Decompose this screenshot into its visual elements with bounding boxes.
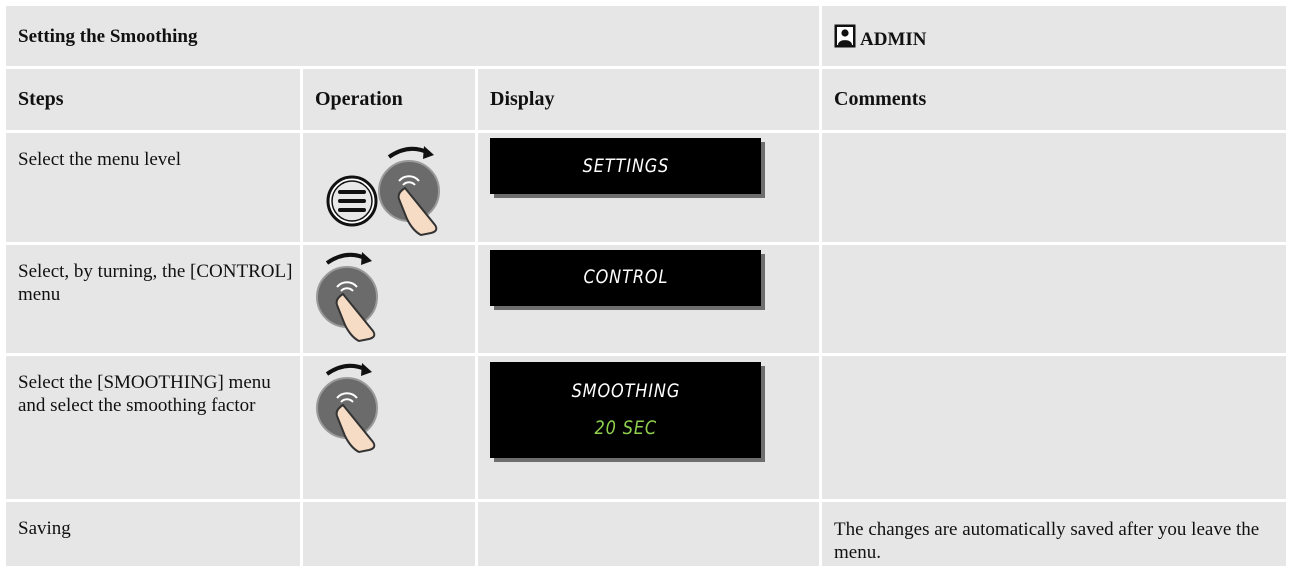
step-text: Select, by turning, the [CONTROL] menu xyxy=(18,260,293,305)
role-label: ADMIN xyxy=(860,29,927,51)
table-row: Select, by turning, the [CONTROL] menu C… xyxy=(6,244,1287,353)
table-title: Setting the Smoothing xyxy=(6,6,820,67)
operation-icons xyxy=(326,146,440,237)
instruction-table: Setting the Smoothing ADMIN Steps Operat… xyxy=(3,3,1289,569)
operation-cell xyxy=(303,355,475,499)
user-icon xyxy=(834,24,856,48)
header-comments: Comments xyxy=(822,69,1287,131)
table-row: Select the [SMOOTHING] menu and select t… xyxy=(6,355,1287,499)
step-text: Select the menu level xyxy=(18,149,182,171)
comment-text: The changes are automatically saved afte… xyxy=(834,518,1260,563)
step-cell: Select the menu level xyxy=(6,133,300,242)
lcd-display: SMOOTHING 20 SEC xyxy=(490,361,761,458)
operation-icons xyxy=(316,251,378,342)
comment-cell xyxy=(822,133,1287,242)
operation-icons xyxy=(316,362,378,453)
turn-knob-icon xyxy=(316,251,378,342)
menu-button-icon xyxy=(326,175,378,227)
step-cell: Select, by turning, the [CONTROL] menu xyxy=(6,244,300,353)
display-cell: SMOOTHING 20 SEC xyxy=(478,355,820,499)
lcd-display: CONTROL xyxy=(490,249,761,306)
turn-knob-icon xyxy=(378,146,440,237)
lcd-line-1: CONTROL xyxy=(583,266,668,289)
comment-cell xyxy=(822,355,1287,499)
step-text: Saving xyxy=(18,517,71,539)
turn-knob-icon xyxy=(316,362,378,453)
header-operation: Operation xyxy=(303,69,475,131)
lcd-line-1: SETTINGS xyxy=(582,154,669,177)
role-cell: ADMIN xyxy=(822,6,1287,67)
step-cell: Select the [SMOOTHING] menu and select t… xyxy=(6,355,300,499)
comment-cell xyxy=(822,244,1287,353)
display-cell: CONTROL xyxy=(478,244,820,353)
operation-cell xyxy=(303,244,475,353)
lcd-display: SETTINGS xyxy=(490,138,761,195)
step-text: Select the [SMOOTHING] menu and select t… xyxy=(18,371,271,416)
table-row: Saving The changes are automatically sav… xyxy=(6,501,1287,566)
operation-cell xyxy=(303,133,475,242)
header-steps: Steps xyxy=(6,69,300,131)
display-cell xyxy=(478,501,820,566)
operation-cell xyxy=(303,501,475,566)
step-cell: Saving xyxy=(6,501,300,566)
lcd-line-1: SMOOTHING xyxy=(571,379,680,402)
lcd-line-2: 20 SEC xyxy=(594,416,657,439)
comment-cell: The changes are automatically saved afte… xyxy=(822,501,1287,566)
display-cell: SETTINGS xyxy=(478,133,820,242)
table-row: Select the menu level SETTINGS xyxy=(6,133,1287,242)
header-display: Display xyxy=(478,69,820,131)
